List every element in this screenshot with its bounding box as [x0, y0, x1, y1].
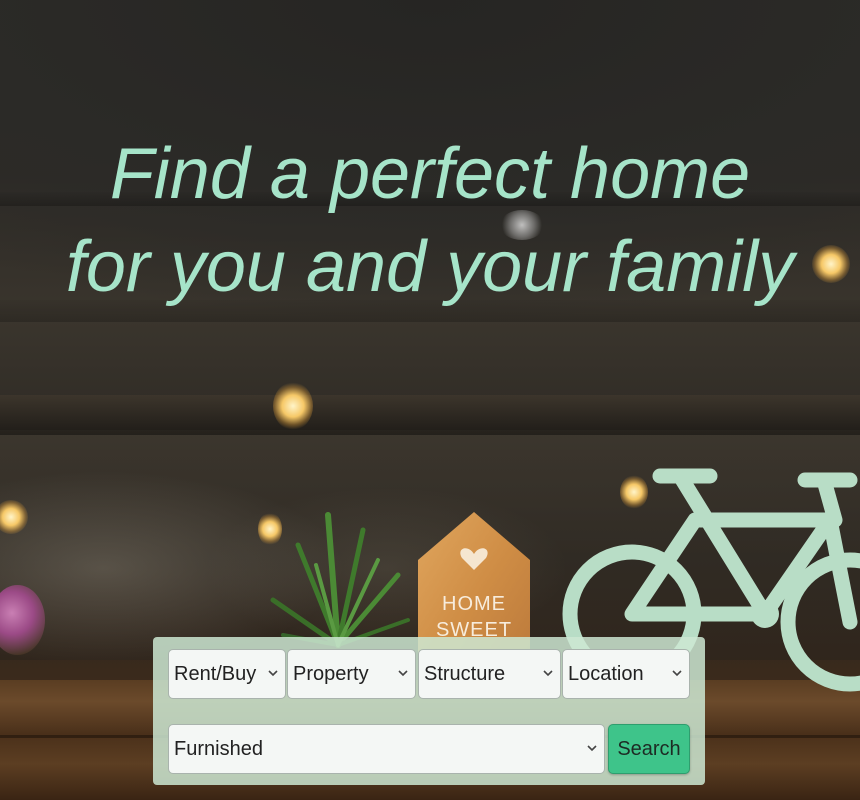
hero-section: HOME SWEET Find a perfect home for you a… — [0, 0, 860, 800]
search-button[interactable]: Search — [608, 724, 690, 774]
sign-text-home: HOME — [442, 593, 506, 615]
chevron-down-icon — [672, 670, 682, 677]
pendant-light — [812, 245, 850, 283]
chevron-down-icon — [398, 670, 408, 677]
chevron-down-icon — [268, 670, 278, 677]
location-select-value: Location — [568, 662, 644, 685]
succulent-plant-icon — [270, 512, 410, 648]
rent-buy-select-value: Rent/Buy — [174, 662, 257, 685]
structure-select[interactable]: Structure — [418, 649, 561, 699]
location-select[interactable]: Location — [562, 649, 690, 699]
structure-select-value: Structure — [424, 662, 506, 685]
furnished-select-value: Furnished — [174, 737, 263, 760]
furnished-select[interactable]: Furnished — [168, 724, 605, 774]
pendant-light — [273, 382, 313, 430]
property-select[interactable]: Property — [287, 649, 416, 699]
chevron-down-icon — [587, 745, 597, 752]
hero-headline: Find a perfect home for you and your fam… — [65, 134, 795, 307]
rent-buy-select[interactable]: Rent/Buy — [168, 649, 286, 699]
chevron-down-icon — [543, 670, 553, 677]
property-select-value: Property — [293, 662, 369, 685]
property-search-form: Rent/Buy Property Structure Location Fur… — [153, 637, 705, 785]
ceiling-beam — [0, 395, 860, 435]
